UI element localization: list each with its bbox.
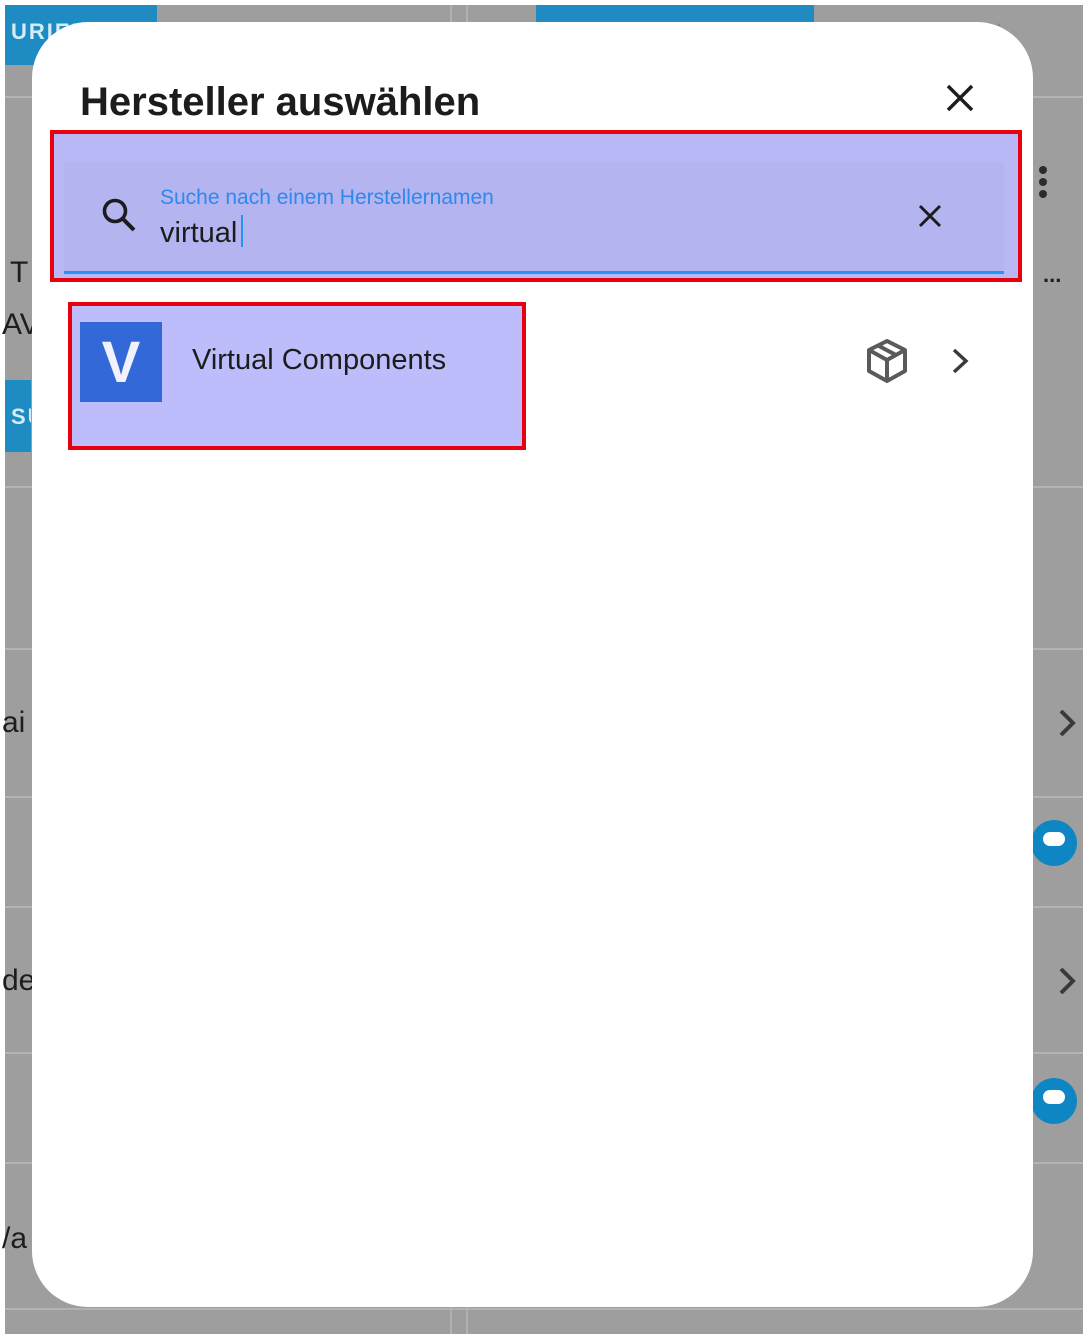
background-cloud-icon <box>1031 1078 1077 1124</box>
brand-logo: V <box>80 322 162 402</box>
search-label: Suche nach einem Herstellernamen <box>160 186 494 209</box>
background-side-button: SUI <box>5 380 31 452</box>
background-left-edge <box>0 0 5 1334</box>
background-cloud-icon <box>1031 820 1077 866</box>
clear-search-button[interactable] <box>910 196 950 236</box>
search-field[interactable]: Suche nach einem Herstellernamen <box>64 162 1004 274</box>
magnify-icon <box>102 198 136 232</box>
background-chevron-right-icon <box>1059 967 1076 995</box>
close-icon <box>918 204 942 228</box>
background-text: /a <box>2 1222 28 1255</box>
search-area-highlight: Suche nach einem Herstellernamen <box>50 130 1022 282</box>
dialog-title: Hersteller auswählen <box>80 80 481 124</box>
select-manufacturer-dialog: Hersteller auswählen Suche nach einem He… <box>32 22 1033 1307</box>
chevron-right-icon[interactable] <box>948 344 972 378</box>
close-icon <box>946 84 974 112</box>
search-input[interactable] <box>160 214 860 252</box>
background-text: T <box>10 256 29 289</box>
background-kebab-icon <box>1039 166 1047 202</box>
text-cursor <box>241 215 243 247</box>
background-chevron-right-icon <box>1059 709 1076 737</box>
package-icon <box>867 339 907 383</box>
list-item-label: Virtual Components <box>192 344 447 376</box>
background-text: de <box>2 964 36 997</box>
background-divider <box>5 1308 1083 1310</box>
close-dialog-button[interactable] <box>934 72 986 124</box>
list-item-virtual-components[interactable]: V Virtual Components <box>68 302 526 450</box>
background-text: ai <box>2 706 26 739</box>
background-ellipsis: ... <box>1043 262 1062 287</box>
